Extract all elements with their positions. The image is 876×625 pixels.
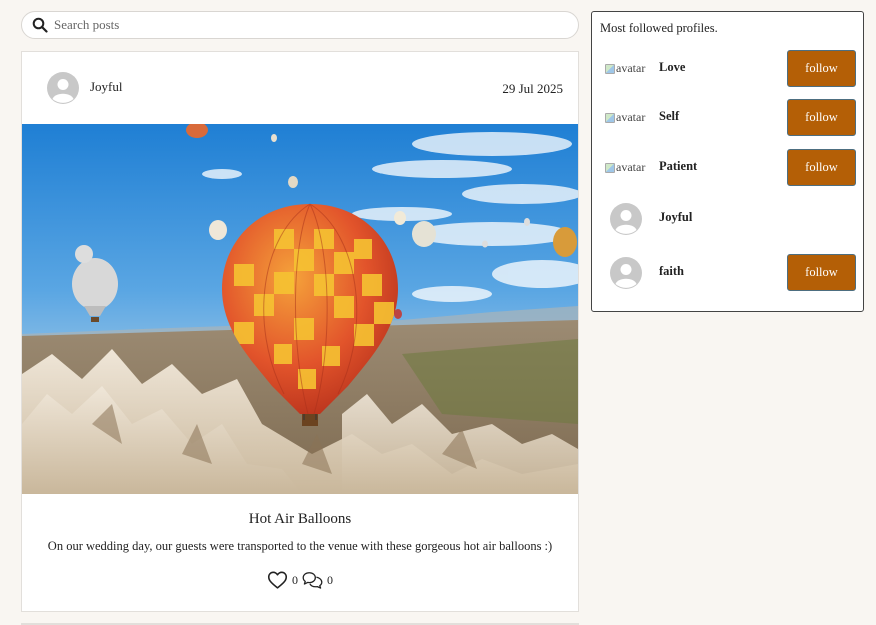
- profile-name[interactable]: Love: [659, 60, 685, 75]
- post-title: Hot Air Balloons: [248, 511, 352, 527]
- post-author[interactable]: Joyful: [90, 79, 123, 95]
- profile-row: avatar Patient follow: [592, 149, 863, 187]
- broken-image-icon: [605, 112, 615, 123]
- default-avatar-icon[interactable]: [610, 257, 642, 289]
- search-input[interactable]: [54, 17, 534, 33]
- post-actions: 0 0: [22, 570, 578, 590]
- comment-count: 0: [327, 572, 333, 587]
- follow-button[interactable]: follow: [787, 149, 856, 186]
- post-card: Joyful 29 Jul 2025 Hot Air Balloons On o…: [21, 51, 579, 612]
- avatar-alt-text: avatar: [616, 61, 646, 75]
- profile-name[interactable]: Joyful: [659, 210, 692, 225]
- broken-image-icon: [605, 162, 615, 173]
- broken-image-icon: [605, 63, 615, 74]
- follow-button[interactable]: follow: [787, 254, 856, 291]
- post-image[interactable]: [22, 124, 578, 494]
- broken-avatar-image[interactable]: avatar: [605, 61, 645, 76]
- broken-avatar-image[interactable]: avatar: [605, 110, 645, 125]
- post-date: 29 Jul 2025: [502, 81, 563, 96]
- sidebar-title: Most followed profiles.: [600, 21, 718, 35]
- default-avatar-icon[interactable]: [47, 72, 79, 104]
- post-body: On our wedding day, our guests were tran…: [47, 539, 553, 553]
- like-count: 0: [292, 572, 298, 587]
- heart-icon: [267, 571, 288, 589]
- avatar-alt-text: avatar: [616, 160, 646, 174]
- avatar-alt-text: avatar: [616, 110, 646, 124]
- comment-button[interactable]: 0: [302, 570, 333, 590]
- profile-row: faith follow: [592, 254, 863, 292]
- post-header: Joyful 29 Jul 2025: [22, 52, 578, 124]
- like-button[interactable]: 0: [267, 570, 298, 590]
- profile-row: avatar Self follow: [592, 99, 863, 137]
- profile-name[interactable]: faith: [659, 264, 684, 279]
- profile-row: avatar Love follow: [592, 50, 863, 88]
- search-bar[interactable]: [21, 11, 579, 39]
- profile-name[interactable]: Patient: [659, 159, 697, 174]
- default-avatar-icon[interactable]: [610, 203, 642, 235]
- broken-avatar-image[interactable]: avatar: [605, 160, 645, 175]
- comments-icon: [302, 572, 323, 589]
- follow-button[interactable]: follow: [787, 50, 856, 87]
- profile-row: Joyful: [592, 200, 863, 238]
- most-followed-panel: Most followed profiles. avatar Love follow…: [591, 11, 864, 312]
- search-icon: [32, 17, 48, 33]
- profile-name[interactable]: Self: [659, 109, 679, 124]
- follow-button[interactable]: follow: [787, 99, 856, 136]
